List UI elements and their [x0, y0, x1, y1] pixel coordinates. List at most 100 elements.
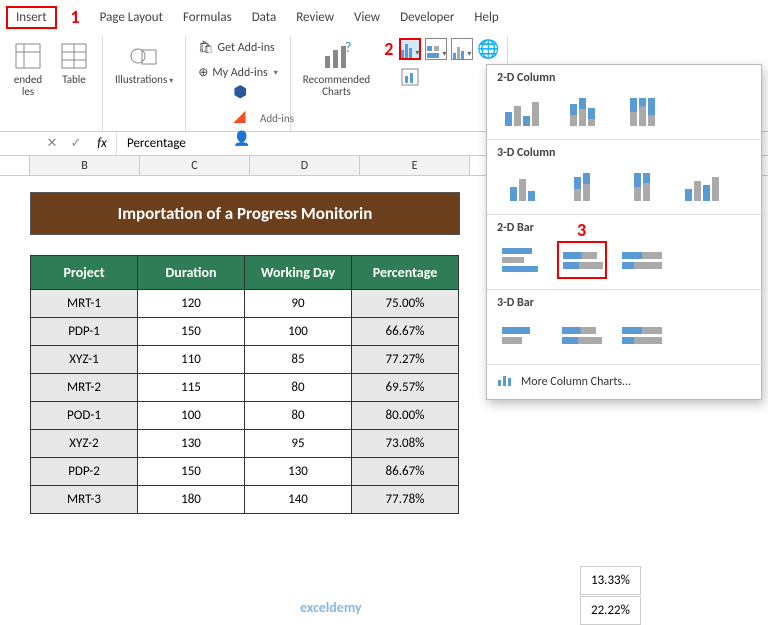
- col-E[interactable]: E: [360, 156, 470, 175]
- 3d-stacked100-column-option[interactable]: [617, 166, 667, 204]
- cell-project[interactable]: POD-1: [31, 402, 138, 430]
- 3d-clustered-column-option[interactable]: [497, 166, 547, 204]
- cell-project[interactable]: PDP-2: [31, 458, 138, 486]
- data-table: Project Duration Working Day Percentage …: [30, 255, 459, 514]
- get-addins-button[interactable]: 🛍 Get Add-ins: [194, 38, 278, 57]
- clustered-bar-option[interactable]: [497, 241, 547, 279]
- sheet-title[interactable]: Importation of a Progress Monitorin: [30, 192, 460, 235]
- cell-working[interactable]: 100: [245, 318, 352, 346]
- dd-hdr-3d-column: 3-D Column: [497, 146, 751, 160]
- cell-project[interactable]: MRT-1: [31, 290, 138, 318]
- illustrations-button[interactable]: Illustrations▾: [111, 38, 177, 88]
- pivot-ended-button[interactable]: endedles: [8, 38, 48, 100]
- hdr-project[interactable]: Project: [31, 256, 138, 290]
- fx-button[interactable]: fx: [88, 136, 116, 151]
- tab-help[interactable]: Help: [464, 6, 508, 29]
- annotation-3: 3: [577, 219, 586, 241]
- my-addins-button[interactable]: ⊕ My Add-ins▾: [194, 63, 281, 82]
- cell-extra-1[interactable]: 13.33%: [580, 566, 641, 595]
- formula-enter-button[interactable]: ✓: [64, 136, 88, 151]
- group-label-addins: Add-ins: [260, 112, 294, 125]
- cell-working[interactable]: 140: [245, 486, 352, 514]
- dd-hdr-3d-bar: 3-D Bar: [497, 296, 751, 310]
- cell-extra-2[interactable]: 22.22%: [580, 596, 641, 625]
- cell-percentage[interactable]: 86.67%: [352, 458, 459, 486]
- table-icon: [58, 40, 90, 72]
- tab-view[interactable]: View: [344, 6, 390, 29]
- tab-developer[interactable]: Developer: [390, 6, 464, 29]
- cell-percentage[interactable]: 75.00%: [352, 290, 459, 318]
- cell-percentage[interactable]: 77.78%: [352, 486, 459, 514]
- cell-working[interactable]: 80: [245, 402, 352, 430]
- group-addins: 🛍 Get Add-ins ⊕ My Add-ins▾ ⬢ ◢ 👤 Add-in…: [186, 36, 290, 131]
- 3d-clustered-bar-option[interactable]: [497, 316, 547, 354]
- cell-duration[interactable]: 100: [138, 402, 245, 430]
- rec-charts-icon: ?: [320, 40, 352, 72]
- dd-hdr-2d-column: 2-D Column: [497, 71, 751, 85]
- cell-duration[interactable]: 180: [138, 486, 245, 514]
- tab-page-layout[interactable]: Page Layout: [90, 6, 173, 29]
- 3d-column-option[interactable]: [677, 166, 727, 204]
- map-chart-button[interactable]: 🌐: [477, 38, 499, 60]
- table-row: MRT-11209075.00%: [31, 290, 459, 318]
- cell-working[interactable]: 95: [245, 430, 352, 458]
- recommended-charts-button[interactable]: ? Recommended Charts: [299, 38, 374, 100]
- cell-working[interactable]: 130: [245, 458, 352, 486]
- bing-icon[interactable]: ◢: [233, 106, 250, 126]
- cell-project[interactable]: PDP-1: [31, 318, 138, 346]
- cell-percentage[interactable]: 73.08%: [352, 430, 459, 458]
- col-B[interactable]: B: [30, 156, 140, 175]
- col-C[interactable]: C: [140, 156, 250, 175]
- cell-project[interactable]: MRT-2: [31, 374, 138, 402]
- table-button[interactable]: Table: [54, 38, 94, 88]
- table-row: POD-11008080.00%: [31, 402, 459, 430]
- annotation-1: 1: [61, 2, 90, 32]
- stacked100-bar-option[interactable]: [617, 241, 667, 279]
- table-row: PDP-115010066.67%: [31, 318, 459, 346]
- stacked-bar-option[interactable]: [557, 241, 607, 279]
- globe-icon: 🌐: [477, 38, 499, 60]
- col-D[interactable]: D: [250, 156, 360, 175]
- formula-cancel-button[interactable]: ✕: [40, 136, 64, 151]
- cell-duration[interactable]: 150: [138, 318, 245, 346]
- cell-duration[interactable]: 110: [138, 346, 245, 374]
- pivot-chart-button[interactable]: [399, 64, 421, 86]
- clustered-column-option[interactable]: [497, 91, 547, 129]
- cell-working[interactable]: 90: [245, 290, 352, 318]
- cell-duration[interactable]: 115: [138, 374, 245, 402]
- tab-review[interactable]: Review: [286, 6, 344, 29]
- header-row: Project Duration Working Day Percentage: [31, 256, 459, 290]
- more-column-charts[interactable]: More Column Charts...: [487, 365, 761, 399]
- tab-data[interactable]: Data: [242, 6, 287, 29]
- hdr-percentage[interactable]: Percentage: [352, 256, 459, 290]
- table-row: MRT-21158069.57%: [31, 374, 459, 402]
- cell-percentage[interactable]: 69.57%: [352, 374, 459, 402]
- waterfall-chart-button[interactable]: ▾: [451, 38, 473, 60]
- chart-type-icons-row1: ▾ ▾ ▾ 🌐: [399, 38, 499, 60]
- stacked-column-option[interactable]: [557, 91, 607, 129]
- watermark: exceldemy: [300, 599, 362, 616]
- 3d-stacked-bar-option[interactable]: [557, 316, 607, 354]
- cell-working[interactable]: 85: [245, 346, 352, 374]
- 3d-stacked100-bar-option[interactable]: [617, 316, 667, 354]
- cell-duration[interactable]: 130: [138, 430, 245, 458]
- tab-insert[interactable]: Insert: [6, 6, 57, 29]
- cell-project[interactable]: XYZ-1: [31, 346, 138, 374]
- column-chart-button[interactable]: ▾: [399, 38, 421, 60]
- cell-duration[interactable]: 120: [138, 290, 245, 318]
- cell-percentage[interactable]: 77.27%: [352, 346, 459, 374]
- cell-working[interactable]: 80: [245, 374, 352, 402]
- cell-duration[interactable]: 150: [138, 458, 245, 486]
- visio-icon[interactable]: ⬢: [233, 82, 250, 102]
- cell-project[interactable]: XYZ-2: [31, 430, 138, 458]
- cell-percentage[interactable]: 66.67%: [352, 318, 459, 346]
- hierarchy-chart-button[interactable]: ▾: [425, 38, 447, 60]
- hdr-working[interactable]: Working Day: [245, 256, 352, 290]
- hdr-duration[interactable]: Duration: [138, 256, 245, 290]
- cell-percentage[interactable]: 80.00%: [352, 402, 459, 430]
- 3d-stacked-column-option[interactable]: [557, 166, 607, 204]
- cell-project[interactable]: MRT-3: [31, 486, 138, 514]
- stacked100-column-option[interactable]: [617, 91, 667, 129]
- tab-formulas[interactable]: Formulas: [173, 6, 242, 29]
- group-charts: ? Recommended Charts 2 ▾ ▾ ▾ 🌐: [291, 36, 509, 131]
